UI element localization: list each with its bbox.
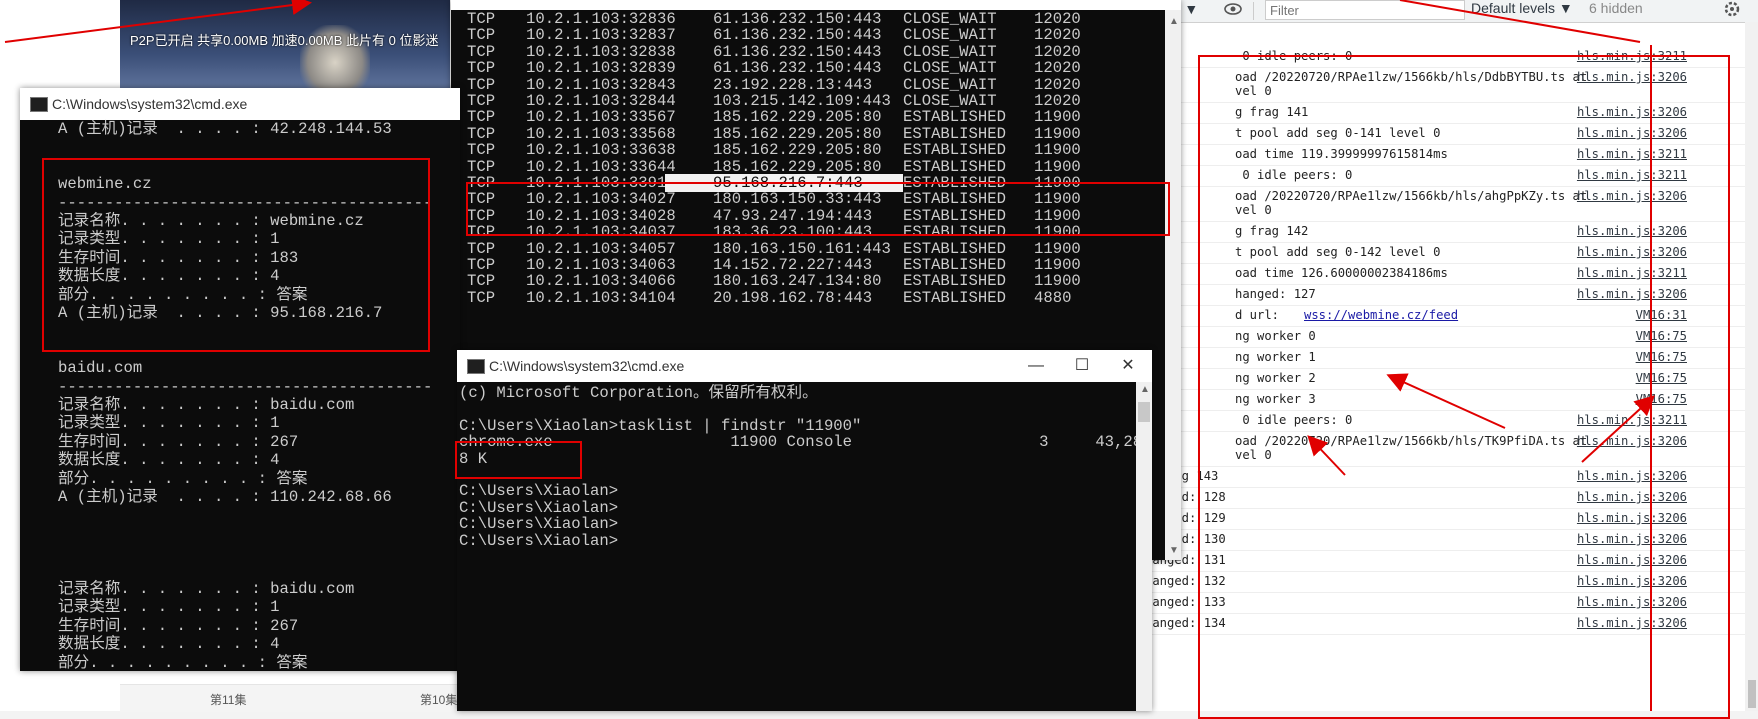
arrow-top-right — [1399, 0, 1641, 43]
highlight-box-console-log — [1198, 55, 1730, 719]
arrow-top-left — [4, 0, 312, 43]
